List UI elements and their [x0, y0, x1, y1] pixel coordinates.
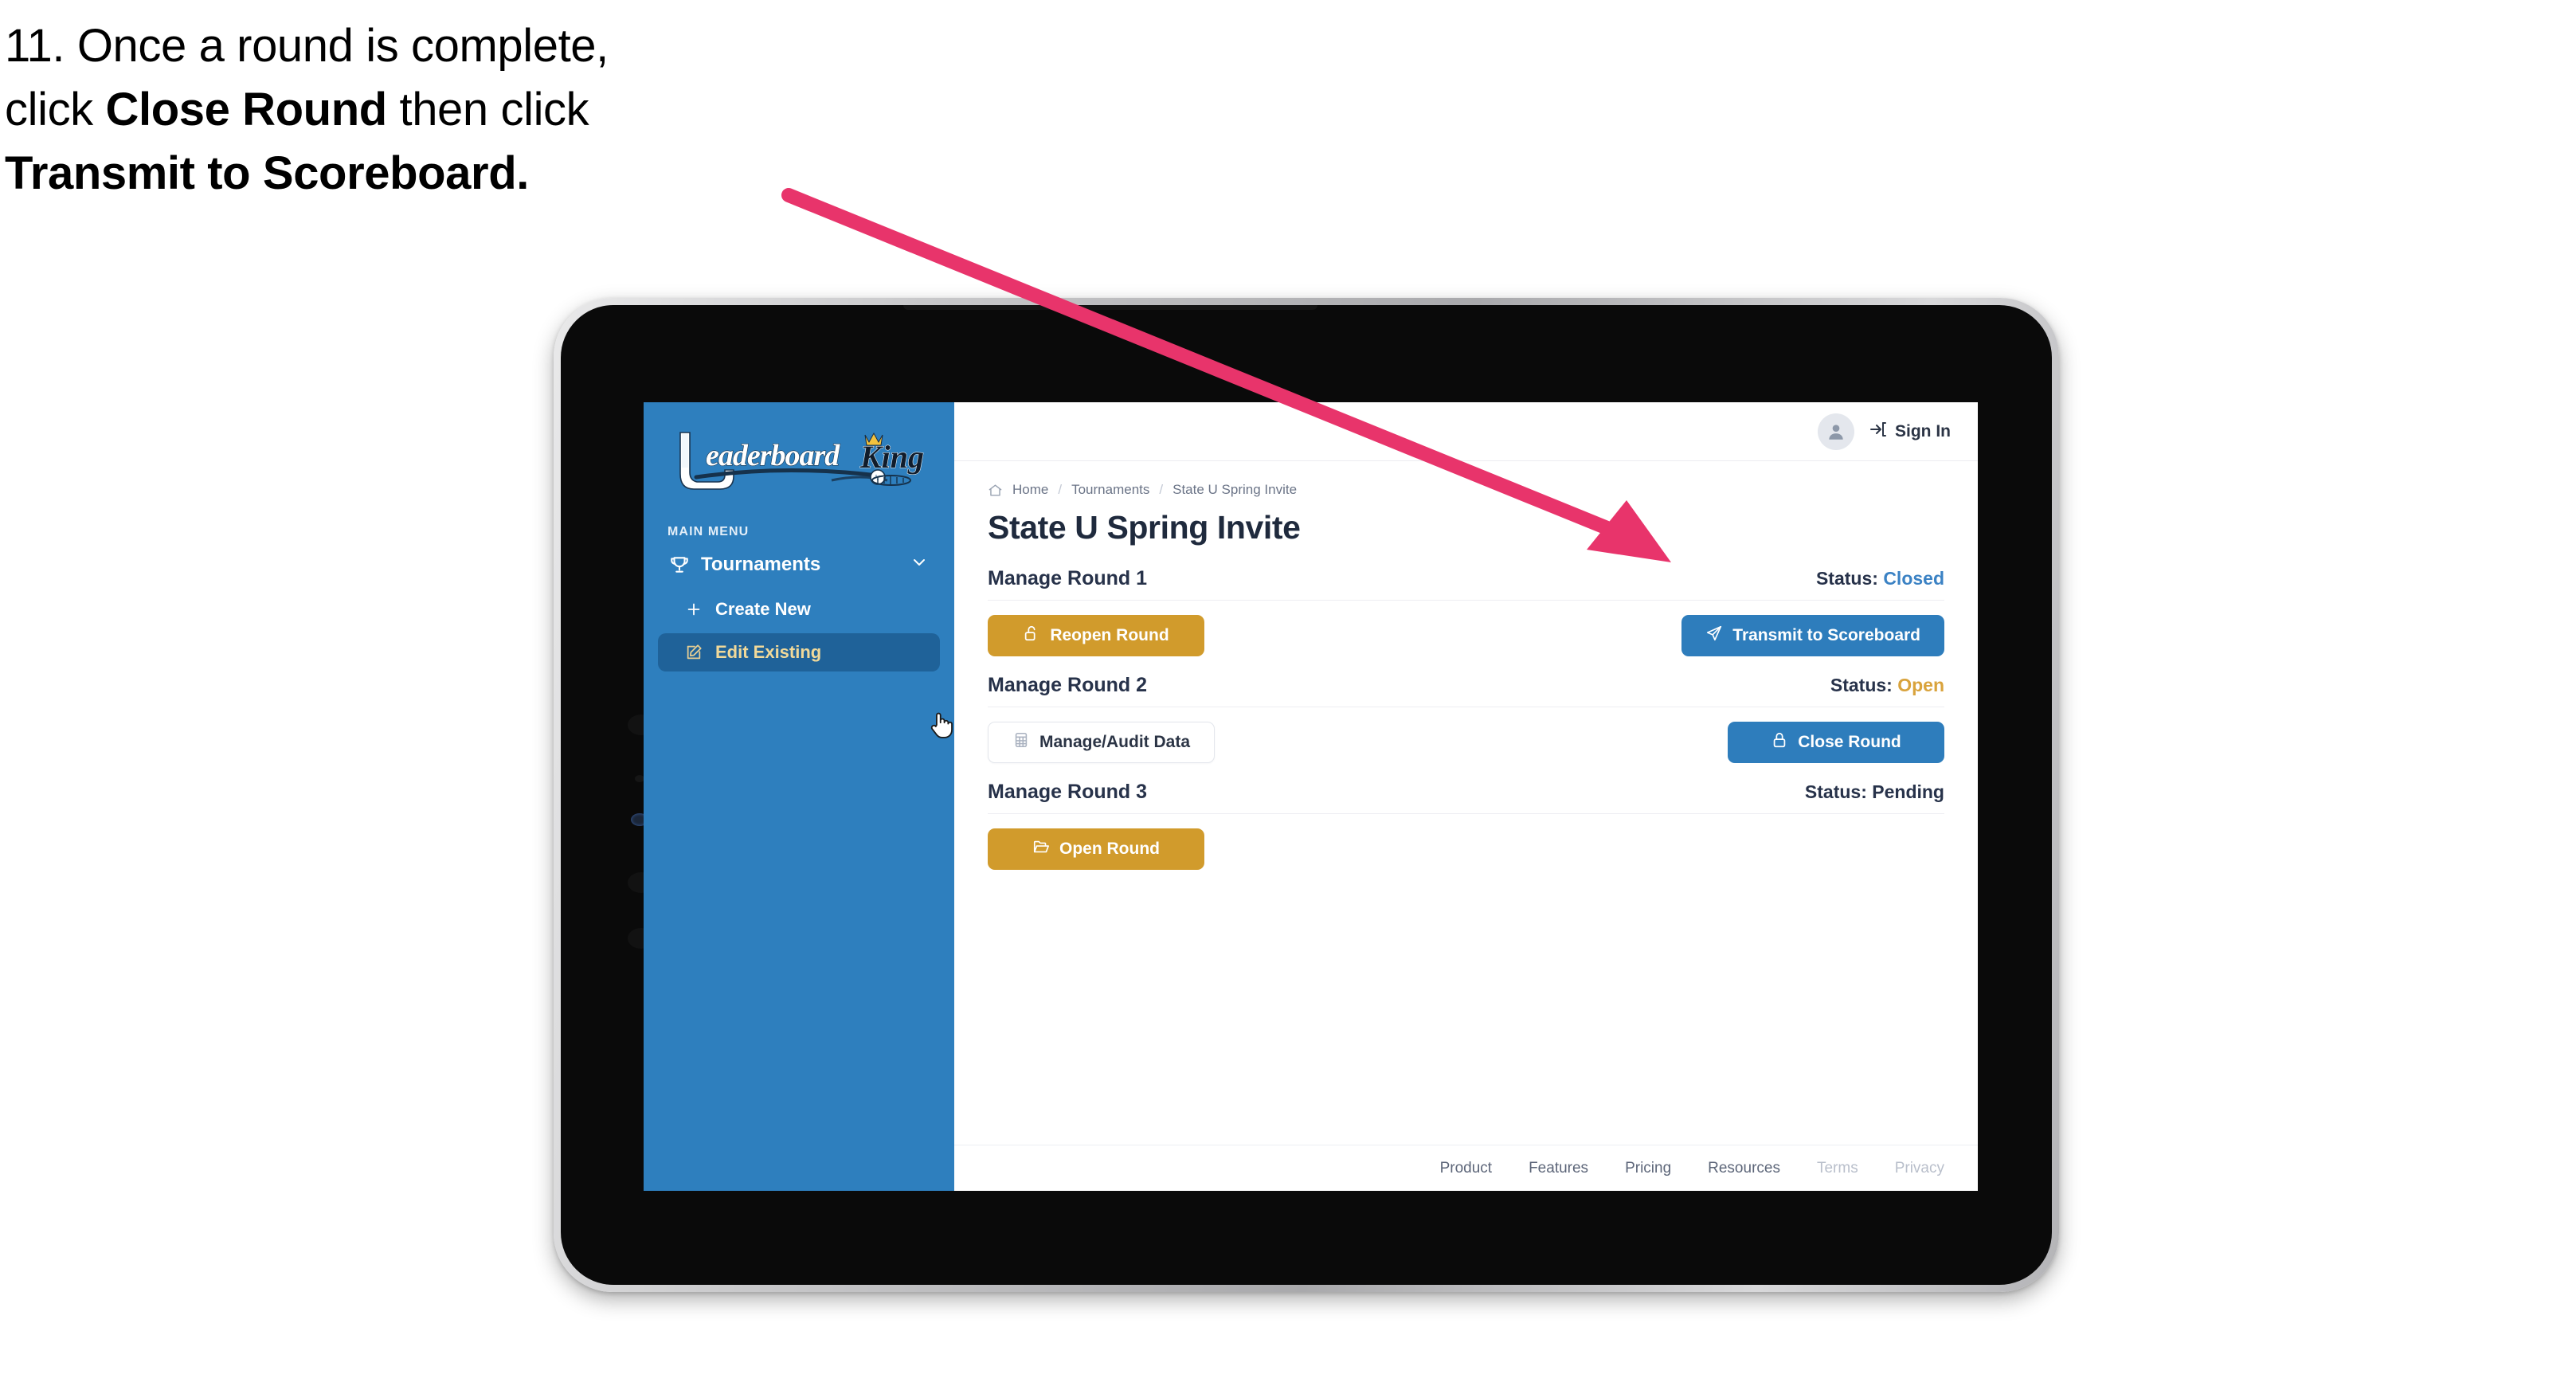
sidebar-item-create-new[interactable]: Create New — [658, 590, 940, 628]
app-logo[interactable]: eaderboard King — [644, 423, 954, 503]
sign-in-label: Sign In — [1895, 421, 1951, 440]
paper-plane-icon — [1705, 624, 1723, 647]
round-3-name: Manage Round 3 — [988, 781, 1148, 803]
page-title: State U Spring Invite — [988, 509, 1301, 546]
lock-icon — [1771, 731, 1788, 754]
sidebar-section-label: MAIN MENU — [667, 525, 750, 538]
sidebar-item-create-new-label: Create New — [715, 599, 811, 619]
reopen-round-label: Reopen Round — [1050, 626, 1169, 644]
svg-text:eaderboard: eaderboard — [706, 439, 840, 472]
chevron-down-icon[interactable] — [910, 553, 929, 578]
round-1-status-value: Closed — [1883, 568, 1944, 589]
close-round-button[interactable]: Close Round — [1728, 722, 1944, 763]
top-bar: Sign In — [954, 402, 1978, 461]
round-2-name: Manage Round 2 — [988, 674, 1148, 696]
round-3-status-label: Status: — [1804, 781, 1867, 802]
tablet-bezel: eaderboard King MAIN MENU Tournaments Cr… — [561, 305, 2052, 1285]
round-1-header: Manage Round 1 Status: Closed — [988, 567, 1944, 600]
footer: Product Features Pricing Resources Terms… — [954, 1145, 1978, 1191]
round-2-status-label: Status: — [1830, 675, 1893, 695]
round-1-status-label: Status: — [1815, 568, 1878, 589]
round-3-actions: Open Round — [988, 814, 1944, 870]
round-3-status-value: Pending — [1872, 781, 1944, 802]
sidebar-item-edit-existing-label: Edit Existing — [715, 642, 822, 662]
open-round-button[interactable]: Open Round — [988, 828, 1204, 870]
reopen-round-button[interactable]: Reopen Round — [988, 615, 1204, 656]
user-avatar-icon[interactable] — [1818, 413, 1854, 450]
content-area: Home / Tournaments / State U Spring Invi… — [954, 461, 1978, 1145]
manage-audit-data-label: Manage/Audit Data — [1039, 733, 1191, 751]
round-1-status: Status: Closed — [1816, 568, 1944, 589]
table-grid-icon — [1012, 731, 1030, 754]
round-section-2: Manage Round 2 Status: Open Manage/Audit… — [988, 674, 1944, 763]
screenshot-root: 11. Once a round is complete, click Clos… — [0, 0, 2576, 1386]
manage-audit-data-button[interactable]: Manage/Audit Data — [988, 722, 1216, 763]
round-1-name: Manage Round 1 — [988, 567, 1148, 589]
footer-link-terms[interactable]: Terms — [1817, 1160, 1858, 1177]
breadcrumb-item-current: State U Spring Invite — [1173, 482, 1298, 497]
caption-line-1: 11. Once a round is complete, — [5, 14, 865, 78]
tablet-speaker-slot — [903, 305, 1317, 310]
transmit-to-scoreboard-label: Transmit to Scoreboard — [1732, 626, 1920, 644]
leaderboard-king-logo-icon: eaderboard King — [679, 432, 925, 490]
round-2-header: Manage Round 2 Status: Open — [988, 674, 1944, 707]
footer-link-pricing[interactable]: Pricing — [1625, 1160, 1671, 1177]
round-1-actions: Reopen Round Transmit to Scoreboard — [988, 601, 1944, 656]
plus-icon — [685, 601, 703, 618]
transmit-to-scoreboard-button[interactable]: Transmit to Scoreboard — [1681, 615, 1944, 656]
close-round-label: Close Round — [1798, 733, 1901, 751]
breadcrumb-item-tournaments[interactable]: Tournaments — [1071, 482, 1149, 498]
round-2-status: Status: Open — [1830, 675, 1944, 696]
round-section-3: Manage Round 3 Status: Pending Open Roun… — [988, 781, 1944, 870]
caption-line-2: click Close Round then click — [5, 84, 589, 136]
sign-in-button[interactable]: Sign In — [1869, 420, 1951, 444]
footer-link-privacy[interactable]: Privacy — [1895, 1160, 1944, 1177]
caption-line-1-text: 11. Once a round is complete, — [5, 20, 609, 72]
footer-link-resources[interactable]: Resources — [1708, 1160, 1780, 1177]
sign-in-arrow-icon — [1869, 420, 1888, 444]
round-3-header: Manage Round 3 Status: Pending — [988, 781, 1944, 813]
sidebar-item-tournaments[interactable]: Tournaments — [658, 544, 940, 585]
footer-link-features[interactable]: Features — [1529, 1160, 1588, 1177]
sidebar-item-edit-existing[interactable]: Edit Existing — [658, 633, 940, 671]
round-2-actions: Manage/Audit Data Close Round — [988, 707, 1944, 763]
open-folder-icon — [1032, 838, 1050, 860]
sidebar-item-tournaments-label: Tournaments — [701, 554, 821, 575]
caption-close-round-bold: Close Round — [105, 84, 388, 136]
svg-text:King: King — [859, 439, 924, 475]
caption-transmit-bold: Transmit to Scoreboard. — [5, 147, 529, 200]
instruction-caption: 11. Once a round is complete, click Clos… — [5, 14, 865, 206]
breadcrumb-item-home[interactable]: Home — [1012, 482, 1048, 498]
round-section-1: Manage Round 1 Status: Closed Reopen Rou… — [988, 567, 1944, 656]
unlock-icon — [1023, 624, 1040, 647]
sidebar: eaderboard King MAIN MENU Tournaments Cr… — [644, 402, 954, 1191]
open-round-label: Open Round — [1059, 840, 1160, 858]
mouse-pointer-hand-cursor — [930, 712, 953, 738]
app-screen: eaderboard King MAIN MENU Tournaments Cr… — [644, 402, 1978, 1191]
tablet-device: eaderboard King MAIN MENU Tournaments Cr… — [554, 298, 2059, 1292]
trophy-icon — [669, 554, 690, 575]
caption-line-3: Transmit to Scoreboard. — [5, 142, 865, 206]
edit-square-icon — [685, 644, 703, 661]
footer-link-product[interactable]: Product — [1440, 1160, 1492, 1177]
breadcrumb-separator: / — [1058, 482, 1063, 497]
home-icon[interactable] — [988, 483, 1003, 498]
breadcrumb: Home / Tournaments / State U Spring Invi… — [988, 482, 1944, 498]
main-panel: Sign In Home / Tournaments / State U Spr… — [954, 402, 1978, 1191]
breadcrumb-separator: / — [1159, 482, 1164, 497]
round-2-status-value: Open — [1897, 675, 1944, 695]
round-3-status: Status: Pending — [1805, 781, 1944, 803]
